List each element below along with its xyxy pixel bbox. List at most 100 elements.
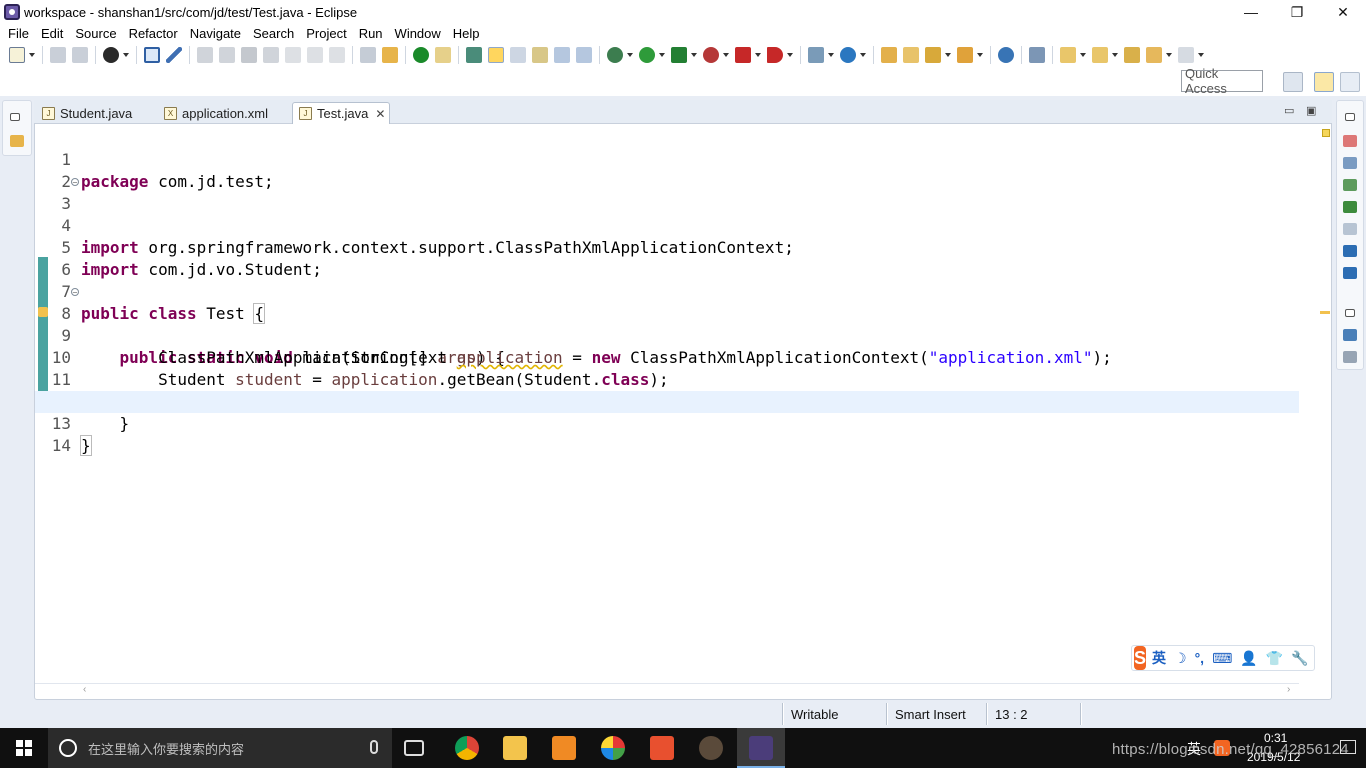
minimize-button[interactable]: — (1228, 0, 1274, 24)
block-selection-icon[interactable] (510, 47, 526, 63)
profile-dropdown-icon[interactable] (723, 53, 729, 57)
problems-icon[interactable] (1343, 223, 1357, 235)
markers-icon[interactable] (1343, 351, 1357, 363)
new-dropdown-icon[interactable] (29, 53, 35, 57)
restore-view-icon[interactable] (1345, 113, 1355, 121)
publish-icon[interactable] (103, 47, 119, 63)
external-tools-dropdown-icon[interactable] (787, 53, 793, 57)
suspend-icon[interactable] (219, 47, 235, 63)
last-edit-location-icon[interactable] (1124, 47, 1140, 63)
menu-source[interactable]: Source (69, 26, 122, 41)
run-dropdown-icon[interactable] (659, 53, 665, 57)
menu-file[interactable]: File (0, 26, 35, 41)
resume-icon[interactable] (197, 47, 213, 63)
previous-annotation-icon[interactable] (1092, 47, 1108, 63)
disconnect-icon[interactable] (263, 47, 279, 63)
step-return-icon[interactable] (329, 47, 345, 63)
external-tools-icon[interactable] (767, 47, 783, 63)
ime-toolbar[interactable]: S 英 ☽ °, ⌨ 👤 👕 🔧 (1131, 645, 1315, 671)
properties-icon[interactable] (1343, 329, 1357, 341)
debug-dropdown-icon[interactable] (627, 53, 633, 57)
run-icon[interactable] (639, 47, 655, 63)
new-server-dropdown-icon[interactable] (828, 53, 834, 57)
new-java-class-icon[interactable] (840, 47, 856, 63)
skip-breakpoints-icon[interactable] (166, 47, 182, 63)
open-resource-icon[interactable] (957, 47, 973, 63)
new-icon[interactable] (9, 47, 25, 63)
use-step-filters-icon[interactable] (382, 47, 398, 63)
restore-button[interactable]: ❐ (1274, 0, 1320, 24)
forward-icon[interactable] (1178, 47, 1194, 63)
profile-icon[interactable] (703, 47, 719, 63)
coverage-icon[interactable] (671, 47, 687, 63)
menu-refactor[interactable]: Refactor (123, 26, 184, 41)
back-icon[interactable] (1146, 47, 1162, 63)
new-java-class-dropdown-icon[interactable] (860, 53, 866, 57)
back-dropdown-icon[interactable] (1166, 53, 1172, 57)
open-project-icon[interactable] (881, 47, 897, 63)
open-folder-icon[interactable] (903, 47, 919, 63)
task-list-icon[interactable] (1343, 135, 1357, 147)
toggle-mark-occurrences-icon[interactable] (488, 47, 504, 63)
menu-edit[interactable]: Edit (35, 26, 69, 41)
keyboard-icon[interactable]: ⌨ (1212, 650, 1232, 667)
step-over-icon[interactable] (307, 47, 323, 63)
spring-explorer-icon[interactable] (1343, 201, 1357, 213)
forward-dropdown-icon[interactable] (1198, 53, 1204, 57)
wrench-icon[interactable]: 🔧 (1291, 650, 1308, 667)
menu-search[interactable]: Search (247, 26, 300, 41)
ime-language-toggle[interactable]: 英 (1152, 648, 1166, 668)
debug-icon[interactable] (607, 47, 623, 63)
word-wrap-icon[interactable] (554, 47, 570, 63)
stop-icon[interactable] (735, 47, 751, 63)
hbuilder-icon[interactable] (650, 736, 674, 760)
save-icon[interactable] (50, 47, 66, 63)
menu-run[interactable]: Run (353, 26, 389, 41)
open-resource-dropdown-icon[interactable] (977, 53, 983, 57)
stop-dropdown-icon[interactable] (755, 53, 761, 57)
server-start-icon[interactable] (413, 47, 429, 63)
file-explorer-icon[interactable] (503, 736, 527, 760)
paragraph-icon[interactable] (576, 47, 592, 63)
warnings-summary-icon[interactable] (1322, 129, 1330, 137)
open-type-icon[interactable] (435, 47, 451, 63)
avatar-app-icon[interactable] (699, 736, 723, 760)
punctuation-icon[interactable]: °, (1195, 650, 1205, 666)
notes-app-icon[interactable] (601, 736, 625, 760)
drop-to-frame-icon[interactable] (360, 47, 376, 63)
tab-student-java[interactable]: J Student.java (36, 102, 158, 124)
java-perspective-icon[interactable] (1340, 72, 1360, 92)
insert-mode-status[interactable]: Smart Insert (889, 702, 985, 726)
warning-marker[interactable] (1320, 311, 1330, 314)
scroll-right-icon[interactable]: › (1287, 684, 1290, 695)
menu-window[interactable]: Window (389, 26, 447, 41)
minimize-editor-icon[interactable]: ▭ (1284, 104, 1294, 117)
next-annotation-dropdown-icon[interactable] (1080, 53, 1086, 57)
web-browser-icon[interactable] (998, 47, 1014, 63)
type-hierarchy-icon[interactable] (1343, 179, 1357, 191)
tab-test-java[interactable]: J Test.java ✕ (292, 102, 390, 124)
tab-application-xml[interactable]: X application.xml (158, 102, 290, 124)
skin-icon[interactable]: 👕 (1266, 650, 1283, 667)
code-editor[interactable]: 1 package com.jd.test; 2 3 – import org.… (35, 125, 1299, 683)
start-button[interactable] (0, 728, 48, 768)
fold-toggle-icon[interactable]: – (71, 288, 79, 296)
outline-icon[interactable] (1343, 157, 1357, 169)
menu-navigate[interactable]: Navigate (184, 26, 247, 41)
quick-access-field[interactable]: Quick Access (1181, 66, 1263, 96)
save-all-icon[interactable] (72, 47, 88, 63)
fold-toggle-icon[interactable]: – (71, 178, 79, 186)
next-annotation-icon[interactable] (1060, 47, 1076, 63)
user-icon[interactable]: 👤 (1240, 650, 1257, 667)
menu-help[interactable]: Help (447, 26, 486, 41)
restore-view-icon[interactable] (10, 113, 20, 121)
publish-dropdown-icon[interactable] (123, 53, 129, 57)
restore-view-icon[interactable] (1345, 309, 1355, 317)
taskbar-search[interactable]: 在这里输入你要搜索的内容 (48, 728, 392, 768)
moon-icon[interactable]: ☽ (1174, 650, 1187, 667)
eclipse-taskbar-icon[interactable] (749, 736, 773, 760)
open-perspective-icon[interactable] (1283, 72, 1303, 92)
servers-icon[interactable] (1343, 267, 1357, 279)
coverage-dropdown-icon[interactable] (691, 53, 697, 57)
package-explorer-icon[interactable] (10, 135, 24, 147)
